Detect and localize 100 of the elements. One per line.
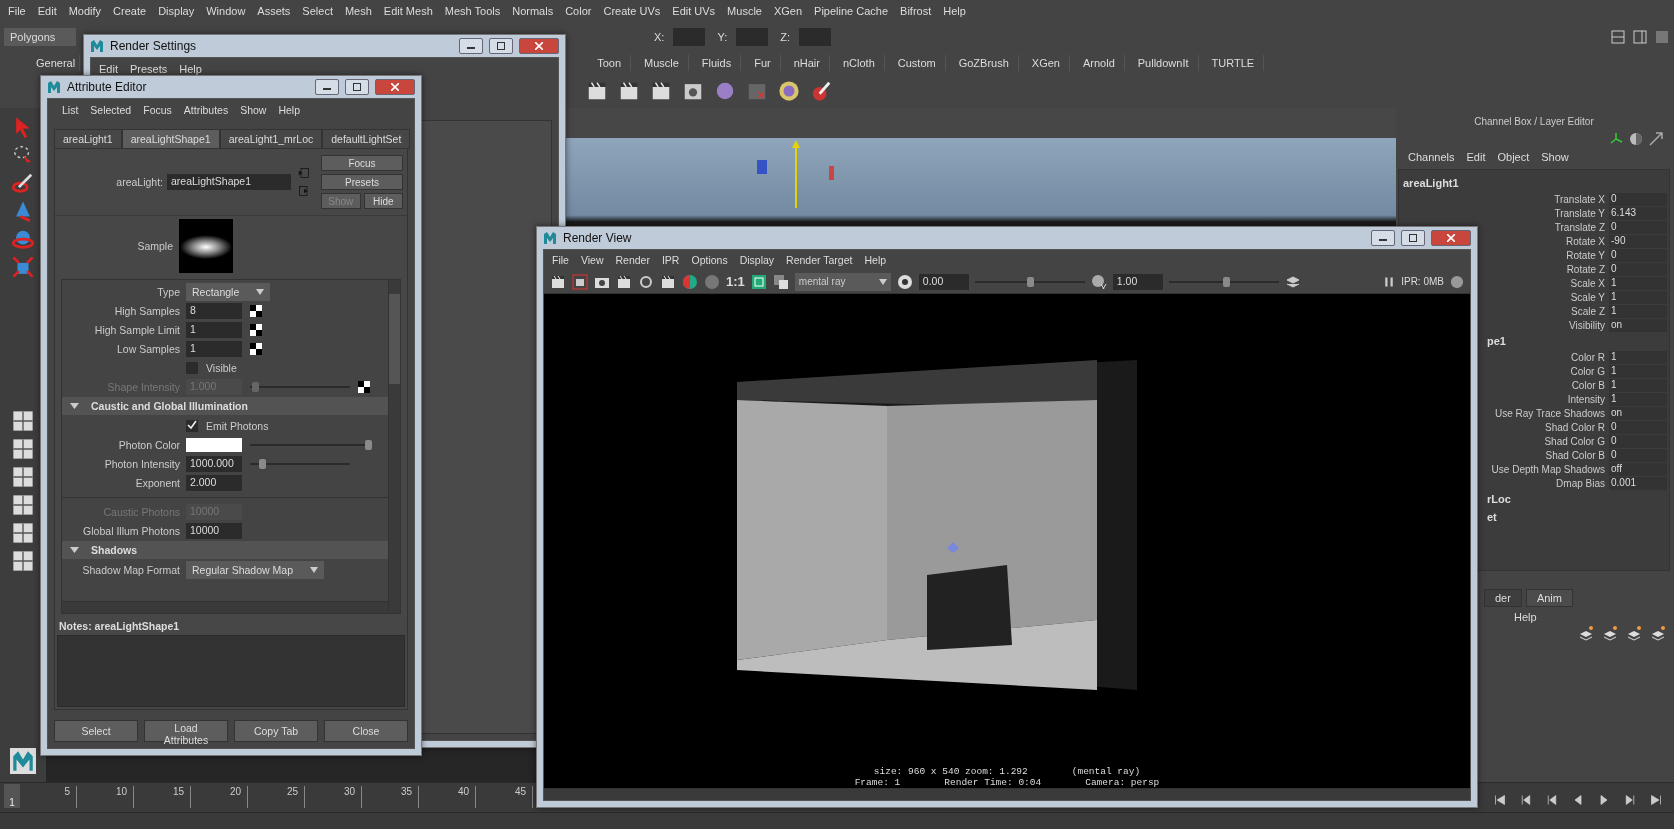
menu-item[interactable]: Render <box>609 254 656 266</box>
menu-item[interactable]: Select <box>296 5 339 17</box>
channel-name[interactable]: Color B <box>1571 379 1607 391</box>
input-field[interactable]: 8 <box>186 302 242 319</box>
shelf-tab[interactable]: Fur <box>745 55 781 71</box>
shelf-tab[interactable]: nHair <box>784 55 830 71</box>
menu-item[interactable]: Create UVs <box>597 5 667 17</box>
menu-item[interactable]: Help <box>173 63 208 75</box>
channel-name[interactable]: Translate Y <box>1554 207 1607 219</box>
menu-item[interactable]: Help <box>272 104 307 116</box>
layout-icon[interactable] <box>1610 29 1626 45</box>
close-icon[interactable] <box>391 83 399 91</box>
channel-name[interactable]: Scale Z <box>1571 305 1607 317</box>
refresh-icon[interactable] <box>638 273 654 290</box>
playback-icon[interactable] <box>1598 794 1610 806</box>
channel-name[interactable]: Rotate X <box>1566 235 1607 247</box>
playback-icon[interactable] <box>1546 794 1558 806</box>
playback-icon[interactable] <box>1520 794 1532 806</box>
menu-item[interactable]: Normals <box>506 5 560 17</box>
half-circle-icon[interactable] <box>1628 131 1644 147</box>
close-button[interactable] <box>519 38 559 54</box>
channel-value[interactable]: -90 <box>1609 234 1667 248</box>
menu-item[interactable]: Window <box>200 5 252 17</box>
playback-icon[interactable] <box>1494 794 1506 806</box>
maximize-icon[interactable] <box>1409 234 1417 242</box>
shelf-tab[interactable]: XGen <box>1022 55 1070 71</box>
current-frame[interactable]: 1 <box>4 784 20 808</box>
layout-icon[interactable] <box>10 494 36 516</box>
layer-icon[interactable] <box>1602 625 1618 641</box>
channel-name[interactable]: Color G <box>1570 365 1607 377</box>
vertical-scrollbar[interactable] <box>388 280 400 613</box>
menu-item[interactable]: Show <box>234 104 273 116</box>
playback-icon[interactable] <box>1572 794 1584 806</box>
checker-map-icon[interactable] <box>250 304 262 317</box>
shelf-tab[interactable]: General <box>32 55 81 71</box>
slider-thumb[interactable] <box>365 439 372 450</box>
channel-name[interactable]: Visibility <box>1569 319 1607 331</box>
channel-value[interactable]: 1 <box>1609 304 1667 318</box>
channel-value[interactable]: 0 <box>1609 192 1667 206</box>
coordinate-field[interactable] <box>673 28 706 46</box>
close-icon[interactable] <box>535 42 543 50</box>
checker-map-icon[interactable] <box>250 342 262 355</box>
menu-item[interactable]: XGen <box>767 5 809 17</box>
dropdown[interactable]: Regular Shadow Map <box>186 560 324 579</box>
layer-icon[interactable] <box>1626 625 1642 641</box>
status-circle-icon[interactable] <box>1450 274 1464 289</box>
input-field[interactable]: 1 <box>186 340 242 357</box>
layout-icon[interactable] <box>10 438 36 460</box>
channel-name[interactable]: Rotate Z <box>1566 263 1607 275</box>
layout-icon[interactable] <box>10 466 36 488</box>
tab[interactable]: areaLight1 <box>54 129 122 149</box>
channel-name[interactable]: Use Ray Trace Shadows <box>1494 407 1607 419</box>
menu-item[interactable]: Help <box>937 5 972 17</box>
slider-thumb[interactable] <box>1223 276 1230 287</box>
expand-triangle-icon[interactable] <box>70 402 79 410</box>
channel-name[interactable]: Scale X <box>1570 277 1607 289</box>
menu-item[interactable]: Help <box>1508 611 1543 623</box>
shelf-tab[interactable]: GoZBrush <box>949 55 1019 71</box>
shelf-tab[interactable]: Toon <box>588 55 631 71</box>
channel-name[interactable]: Dmap Bias <box>1556 477 1607 489</box>
channel-value[interactable]: 1 <box>1609 378 1667 392</box>
caret-icon[interactable] <box>256 288 264 295</box>
color-swatch[interactable] <box>186 437 242 452</box>
tab[interactable]: Anim <box>1525 589 1573 607</box>
channel-value[interactable]: 1 <box>1609 290 1667 304</box>
shelf-tab[interactable]: TURTLE <box>1202 55 1265 71</box>
shelf-tab[interactable]: Arnold <box>1073 55 1125 71</box>
arrow-icon[interactable] <box>1648 131 1664 147</box>
menu-item[interactable]: Attributes <box>177 104 235 116</box>
slider-thumb[interactable] <box>259 458 266 469</box>
menu-item[interactable]: Bifrost <box>894 5 938 17</box>
menu-item[interactable]: Color <box>559 5 598 17</box>
ratio-button[interactable]: 1:1 <box>726 274 745 289</box>
button[interactable]: Load Attributes <box>144 720 228 742</box>
menu-item[interactable]: Pipeline Cache <box>808 5 895 17</box>
tab[interactable]: areaLightShape1 <box>121 129 220 149</box>
caret-icon[interactable] <box>310 566 318 573</box>
menu-item[interactable]: Selected <box>84 104 138 116</box>
checkbox[interactable] <box>186 419 198 432</box>
menu-item[interactable]: File <box>546 254 575 266</box>
maximize-icon[interactable] <box>497 42 505 50</box>
menu-item[interactable]: Assets <box>251 5 297 17</box>
channel-name[interactable]: Shad Color R <box>1544 421 1607 433</box>
layer-icon[interactable] <box>1650 625 1666 641</box>
channel-value[interactable]: on <box>1609 318 1667 332</box>
button[interactable]: Focus <box>321 155 403 171</box>
menu-item[interactable]: Edit Mesh <box>377 5 439 17</box>
channel-value[interactable]: 0.001 <box>1609 476 1667 490</box>
lasso-icon[interactable] <box>12 144 34 166</box>
tab[interactable]: der <box>1484 589 1522 607</box>
menu-item[interactable]: Edit <box>31 5 63 17</box>
menu-item[interactable]: Modify <box>62 5 108 17</box>
channel-value[interactable]: 0 <box>1609 262 1667 276</box>
menu-item[interactable]: Options <box>685 254 734 266</box>
input-connection-icon[interactable] <box>297 167 311 179</box>
frame-icon[interactable] <box>750 273 767 290</box>
menu-item[interactable]: Help <box>858 254 893 266</box>
dropdown[interactable]: Rectangle <box>186 282 270 301</box>
paint-icon[interactable] <box>810 80 832 102</box>
menu-item[interactable]: Edit <box>1460 151 1492 163</box>
